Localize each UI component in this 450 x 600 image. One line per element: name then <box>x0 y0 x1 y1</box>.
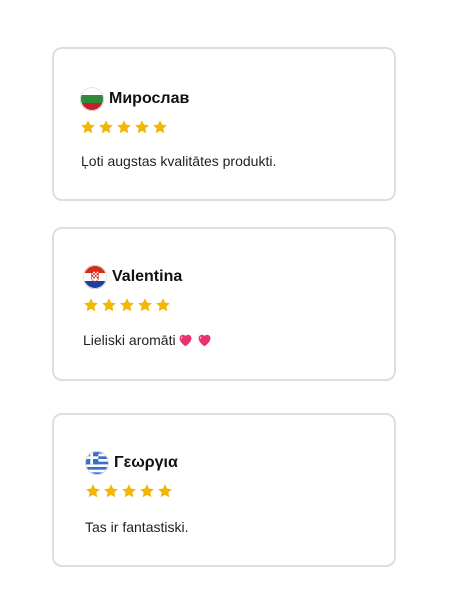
reviewer-name: Valentina <box>112 268 183 285</box>
bulgaria-flag-icon <box>80 87 104 111</box>
review-card: Γεωργια Tas ir fantastiski. <box>52 413 396 567</box>
star-icon <box>158 484 172 498</box>
star-icon <box>135 120 149 134</box>
star-icon <box>156 298 170 312</box>
star-rating <box>80 119 168 135</box>
star-icon <box>122 484 136 498</box>
star-icon <box>117 120 131 134</box>
reviewer-name: Γεωργια <box>114 454 178 471</box>
review-text: Lieliski aromāti <box>83 332 176 348</box>
review-card: Мирослав Ļoti augstas kvalitātes produkt… <box>52 47 396 201</box>
heart-emoji-icon <box>197 333 212 351</box>
star-icon <box>84 298 98 312</box>
review-text: Ļoti augstas kvalitātes produkti. <box>81 153 277 169</box>
review-text-line: Lieliski aromāti <box>83 331 212 351</box>
star-icon <box>81 120 95 134</box>
review-card: Valentina Lieliski aromāti <box>52 227 396 381</box>
review-header: Γεωργια <box>85 451 178 475</box>
star-rating <box>83 297 171 313</box>
star-icon <box>120 298 134 312</box>
star-icon <box>153 120 167 134</box>
star-icon <box>99 120 113 134</box>
star-icon <box>102 298 116 312</box>
review-header: Мирослав <box>80 87 189 111</box>
star-icon <box>104 484 118 498</box>
review-header: Valentina <box>83 265 182 289</box>
reviewer-name: Мирослав <box>109 90 190 107</box>
croatia-flag-icon <box>83 265 107 289</box>
star-icon <box>86 484 100 498</box>
star-rating <box>85 483 173 499</box>
greece-flag-icon <box>85 451 109 475</box>
heart-emoji-icon <box>178 333 193 351</box>
review-text: Tas ir fantastiski. <box>85 519 189 535</box>
star-icon <box>138 298 152 312</box>
star-icon <box>140 484 154 498</box>
